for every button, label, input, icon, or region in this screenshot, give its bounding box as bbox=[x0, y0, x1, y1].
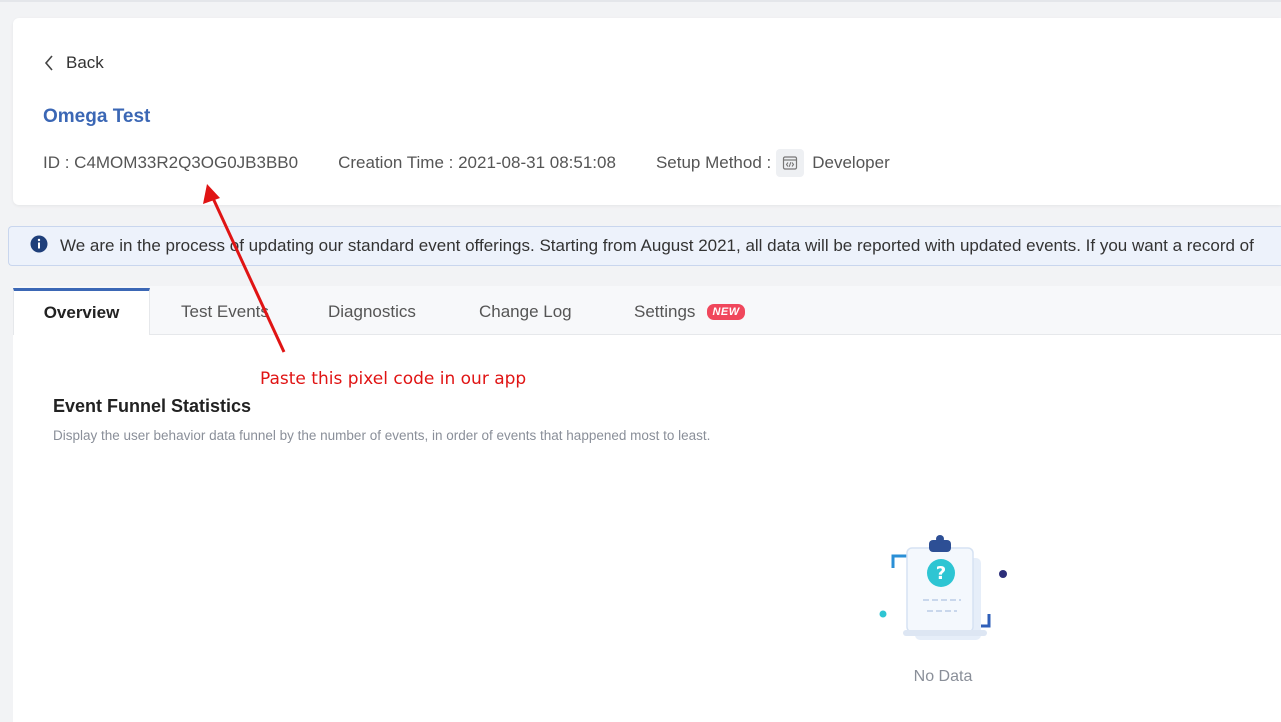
chevron-left-icon bbox=[44, 55, 54, 71]
setup-method-label: Setup Method : bbox=[655, 153, 772, 172]
tab-change-log[interactable]: Change Log bbox=[479, 289, 572, 335]
back-label: Back bbox=[66, 53, 104, 72]
tab-test-events[interactable]: Test Events bbox=[181, 289, 269, 335]
tab-settings[interactable]: Settings NEW bbox=[634, 289, 745, 335]
clipboard-question-icon: ? bbox=[875, 532, 1015, 657]
info-banner: We are in the process of updating our st… bbox=[8, 226, 1281, 266]
setup-method-value: Developer bbox=[812, 153, 890, 172]
annotation-text: Paste this pixel code in our app bbox=[260, 369, 527, 389]
section-description: Display the user behavior data funnel by… bbox=[53, 428, 711, 443]
pixel-title: Omega Test bbox=[43, 106, 151, 127]
tab-label: Diagnostics bbox=[328, 302, 416, 321]
tab-bar: Overview Test Events Diagnostics Change … bbox=[13, 286, 1281, 335]
new-badge: NEW bbox=[707, 304, 745, 320]
pixel-meta: ID : C4MOM33R2Q3OG0JB3BB0 Creation Time … bbox=[43, 149, 890, 177]
main-content: Overview Test Events Diagnostics Change … bbox=[13, 286, 1281, 722]
pixel-header-card: Back Omega Test ID : C4MOM33R2Q3OG0JB3BB… bbox=[13, 18, 1281, 205]
setup-method: Setup Method : Developer bbox=[656, 149, 890, 177]
back-button[interactable]: Back bbox=[44, 52, 104, 74]
section-title: Event Funnel Statistics bbox=[53, 396, 252, 416]
tab-label: Overview bbox=[43, 303, 120, 322]
no-data-text: No Data bbox=[913, 668, 973, 685]
top-strip bbox=[0, 0, 1281, 2]
tab-label: Test Events bbox=[181, 302, 269, 321]
info-icon bbox=[30, 235, 48, 258]
tab-label: Settings bbox=[634, 302, 696, 321]
svg-text:?: ? bbox=[936, 563, 946, 584]
code-window-icon bbox=[776, 149, 805, 177]
tab-overview[interactable]: Overview bbox=[13, 288, 150, 335]
tab-diagnostics[interactable]: Diagnostics bbox=[328, 289, 416, 335]
pixel-id: ID : C4MOM33R2Q3OG0JB3BB0 bbox=[43, 153, 299, 172]
creation-time: Creation Time : 2021-08-31 08:51:08 bbox=[338, 153, 616, 172]
tab-label: Change Log bbox=[479, 302, 572, 321]
banner-text: We are in the process of updating our st… bbox=[60, 236, 1254, 255]
